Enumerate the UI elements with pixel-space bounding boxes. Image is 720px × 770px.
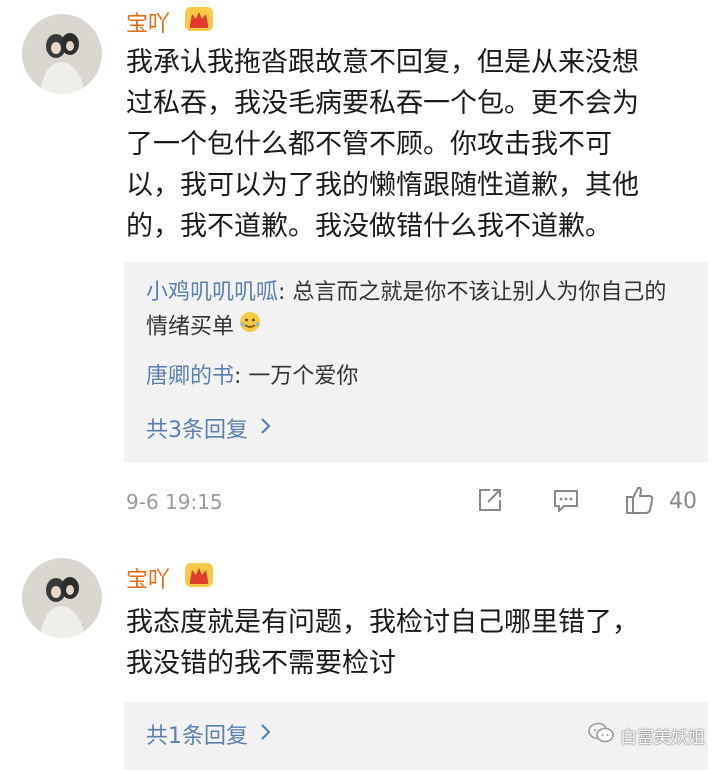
reply-author[interactable]: 唐卿的书 (146, 364, 234, 389)
watermark-text: 白富美妖姐 (620, 728, 705, 748)
reply-box: 小鸡叽叽叽呱: 总言而之就是你不该让别人为你自己的情绪买单 唐卿的书: 一万个爱… (124, 262, 708, 462)
reply-item[interactable]: 小鸡叽叽叽呱: 总言而之就是你不该让别人为你自己的情绪买单 (146, 276, 686, 345)
comment-text: 我承认我拖沓跟故意不回复，但是从来没想 过私吞，我没毛病要私吞一个包。更不会为 … (126, 47, 639, 242)
crown-icon (184, 562, 214, 592)
reply-text: 一万个爱你 (248, 364, 359, 389)
more-replies-label: 共1条回复 (146, 724, 248, 749)
more-replies-label: 共3条回复 (146, 418, 248, 443)
reply-author[interactable]: 小鸡叽叽叽呱 (146, 280, 278, 305)
crown-icon (184, 6, 214, 36)
reply-item[interactable]: 唐卿的书: 一万个爱你 (146, 360, 686, 394)
chevron-right-icon (260, 722, 272, 747)
like-count: 40 (669, 489, 697, 514)
emoji-icon (238, 310, 262, 345)
avatar[interactable] (22, 558, 102, 638)
like-icon[interactable] (624, 484, 656, 520)
username[interactable]: 宝吖 (126, 562, 170, 594)
reply-separator: : (278, 280, 293, 305)
chevron-right-icon (260, 416, 272, 441)
comment-icon[interactable] (552, 487, 580, 519)
username[interactable]: 宝吖 (126, 6, 170, 38)
comment-time: 9-6 19:15 (126, 490, 223, 514)
wechat-icon (588, 722, 614, 749)
more-replies-link[interactable]: 共3条回复 (146, 412, 272, 444)
comment-text: 我态度就是有问题，我检讨自己哪里错了， 我没错的我不需要检讨 (126, 607, 639, 679)
share-icon[interactable] (476, 486, 504, 518)
avatar[interactable] (22, 14, 102, 94)
more-replies-link[interactable]: 共1条回复 (146, 718, 272, 750)
watermark: 白富美妖姐 (588, 722, 705, 749)
reply-separator: : (234, 364, 249, 389)
